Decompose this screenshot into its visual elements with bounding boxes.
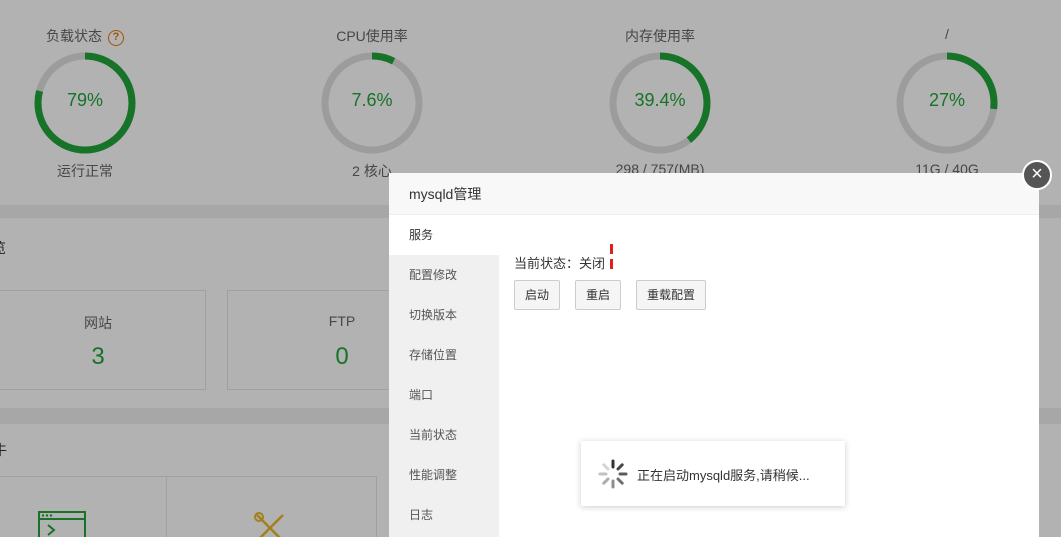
- stopped-icon: [610, 242, 618, 269]
- restart-button[interactable]: 重启: [575, 280, 622, 310]
- sidebar-item-status[interactable]: 当前状态: [389, 415, 499, 455]
- sidebar-item-port[interactable]: 端口: [389, 375, 499, 415]
- start-button[interactable]: 启动: [514, 280, 561, 310]
- loading-toast: 正在启动mysqld服务,请稍候...: [581, 441, 845, 506]
- status-label: 当前状态：关闭: [514, 256, 606, 271]
- service-status: 当前状态：关闭: [514, 242, 618, 272]
- sidebar-item-switch-version[interactable]: 切换版本: [389, 295, 499, 335]
- loading-message: 正在启动mysqld服务,请稍候...: [637, 468, 810, 483]
- sidebar-item-performance[interactable]: 性能调整: [389, 455, 499, 495]
- modal-sidebar: 服务 配置修改 切换版本 存储位置 端口 当前状态 性能调整 日志: [389, 215, 499, 537]
- sidebar-item-logs[interactable]: 日志: [389, 495, 499, 535]
- sidebar-item-config[interactable]: 配置修改: [389, 255, 499, 295]
- reload-config-button[interactable]: 重载配置: [636, 280, 707, 310]
- sidebar-item-storage[interactable]: 存储位置: [389, 335, 499, 375]
- modal-title: mysqld管理: [389, 173, 1039, 215]
- close-icon[interactable]: ×: [1022, 160, 1052, 190]
- spinner-icon: [598, 459, 628, 489]
- sidebar-item-service[interactable]: 服务: [389, 215, 499, 255]
